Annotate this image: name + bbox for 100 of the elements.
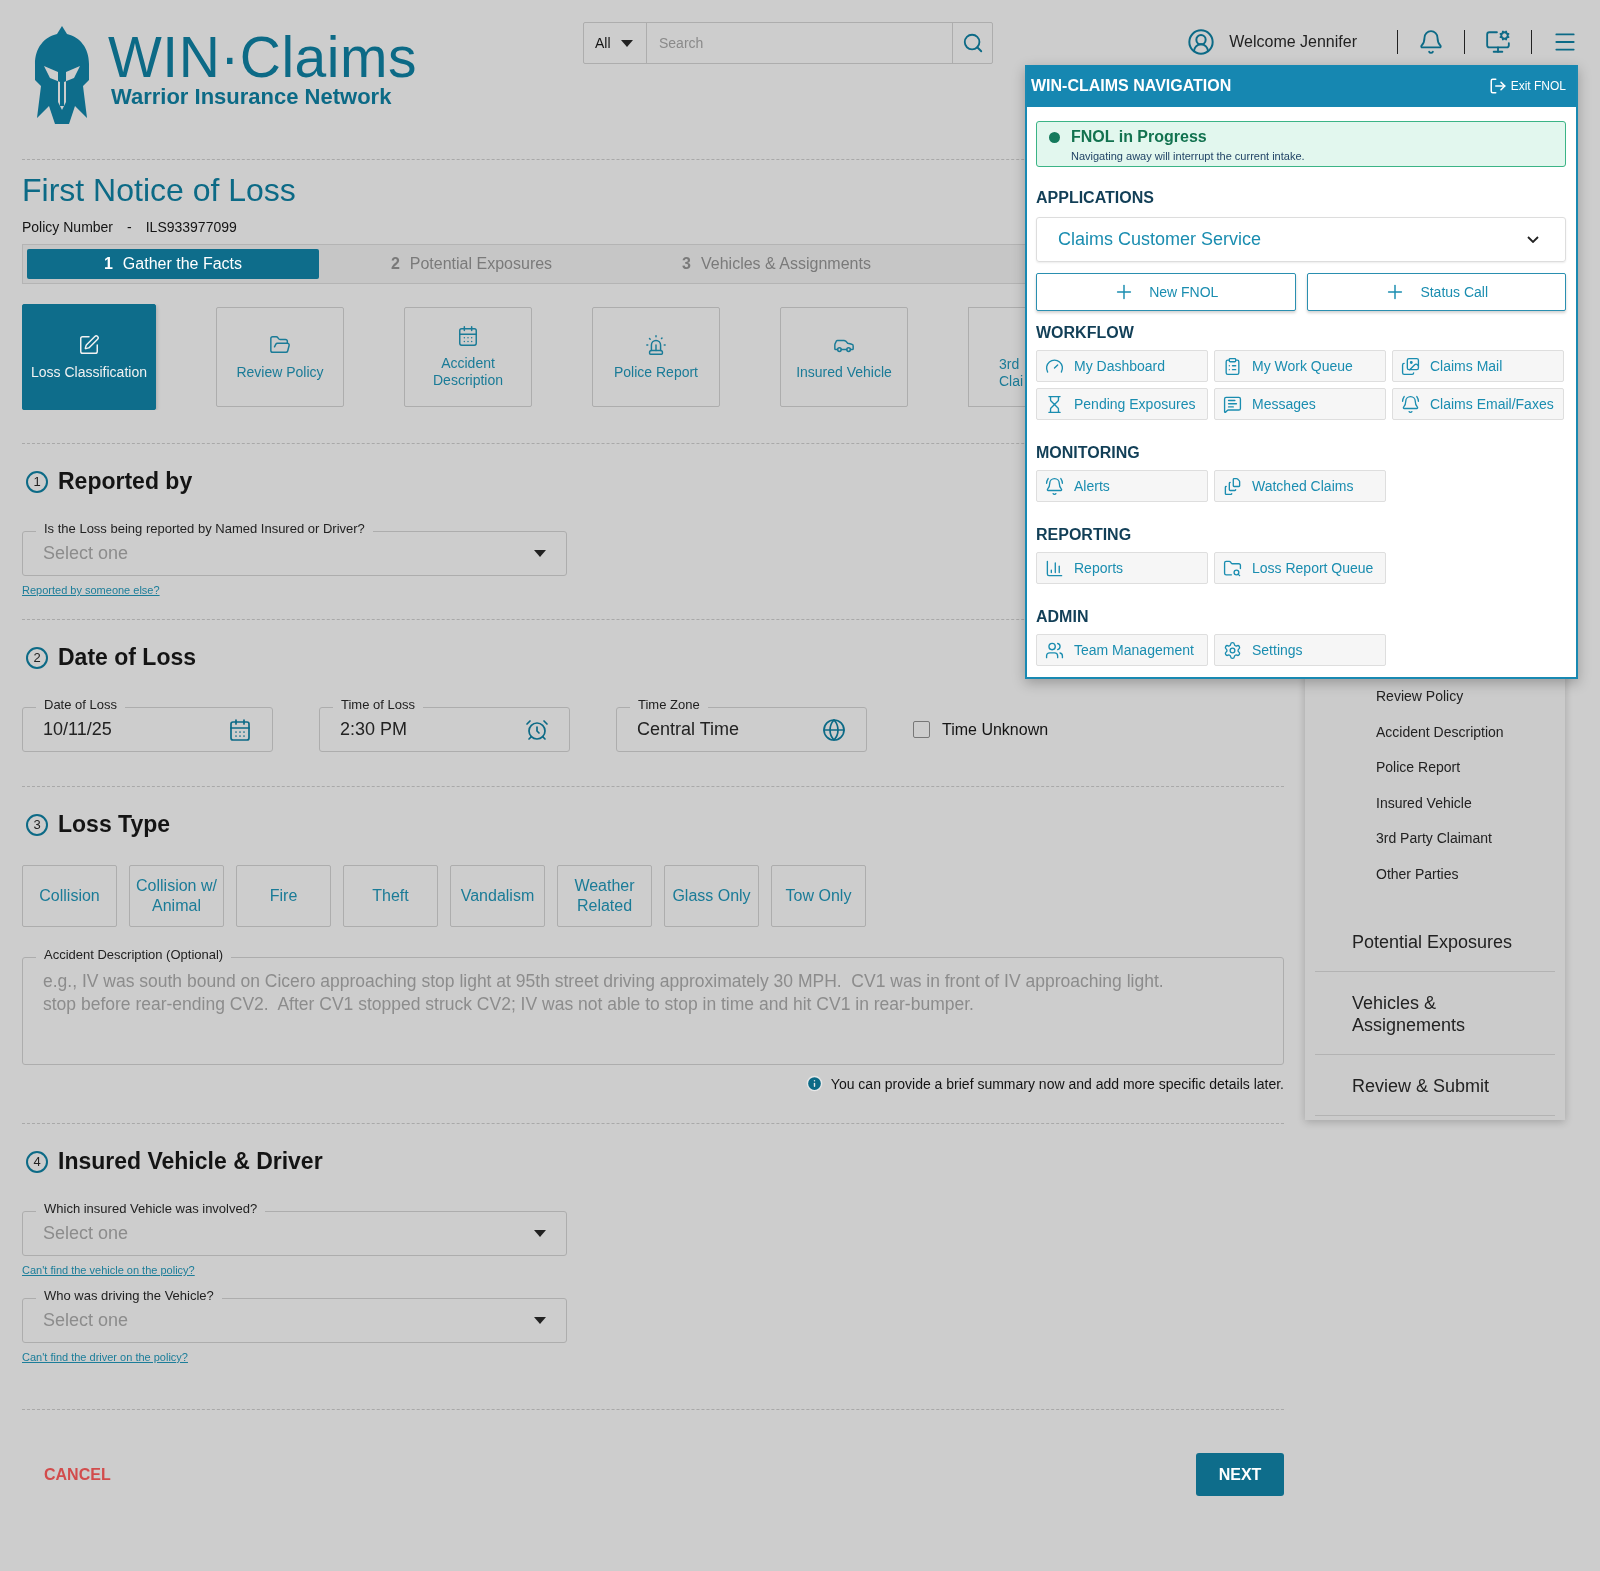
substep-card[interactable]: Insured Vehicle bbox=[780, 307, 908, 407]
folder-icon bbox=[269, 333, 291, 356]
step-tab[interactable]: 2 Potential Exposures bbox=[319, 249, 624, 279]
cancel-button[interactable]: CANCEL bbox=[22, 1465, 111, 1484]
calendar-icon[interactable] bbox=[228, 717, 252, 742]
substep-card[interactable]: Review Policy bbox=[216, 307, 344, 407]
notification-icon[interactable] bbox=[1418, 29, 1444, 55]
field-label: Time Zone bbox=[630, 697, 708, 712]
nav-item[interactable]: Claims Email/Faxes bbox=[1392, 388, 1564, 420]
hourglass-icon bbox=[1045, 394, 1064, 414]
loss-type-option[interactable]: Glass Only bbox=[664, 865, 759, 927]
sidebar-item[interactable]: Police Report bbox=[1376, 759, 1461, 775]
nav-item[interactable]: Pending Exposures bbox=[1036, 388, 1208, 420]
sidebar-step[interactable]: Vehicles & Assignements bbox=[1352, 992, 1530, 1036]
sidebar-step[interactable]: Potential Exposures bbox=[1352, 931, 1530, 953]
user-icon[interactable] bbox=[1187, 28, 1216, 56]
helmet-logo-icon bbox=[34, 26, 90, 124]
reported-by-link[interactable]: Reported by someone else? bbox=[22, 584, 160, 596]
settings-icon bbox=[1223, 640, 1242, 660]
alarm-bell-icon bbox=[1401, 394, 1420, 414]
sidebar-item[interactable]: Other Parties bbox=[1376, 865, 1459, 882]
sidebar-item[interactable]: Review Policy bbox=[1376, 688, 1464, 704]
substep-card[interactable]: Police Report bbox=[592, 307, 720, 407]
field-label: Is the Loss being reported by Named Insured or Driver? bbox=[36, 521, 373, 536]
search-icon bbox=[961, 32, 984, 54]
alarm-bell-icon bbox=[1045, 476, 1064, 496]
application-dropdown[interactable]: Claims Customer Service bbox=[1036, 217, 1566, 262]
field-label: Which insured Vehicle was involved? bbox=[36, 1201, 266, 1216]
policy-label: Policy Number bbox=[22, 219, 114, 235]
loss-type-option[interactable]: Collision w/ Animal bbox=[129, 865, 224, 927]
exit-icon bbox=[1488, 77, 1507, 95]
section-title: Loss Type bbox=[58, 811, 171, 838]
sidebar-step[interactable]: Review & Submit bbox=[1352, 1075, 1530, 1097]
next-button[interactable]: NEXT bbox=[1196, 1453, 1284, 1496]
sidebar-item[interactable]: 3rd Party Claimant bbox=[1376, 830, 1492, 846]
nav-item[interactable]: Claims Mail bbox=[1392, 350, 1564, 382]
clipboard-icon bbox=[1223, 356, 1242, 376]
nav-item[interactable]: Reports bbox=[1036, 552, 1208, 584]
field-label: Accident Description (Optional) bbox=[36, 947, 232, 962]
loss-type-option[interactable]: Tow Only bbox=[771, 865, 866, 927]
section-title: Date of Loss bbox=[58, 644, 197, 671]
step-tab[interactable]: 3 Vehicles & Assignments bbox=[624, 249, 929, 279]
nav-item[interactable]: My Dashboard bbox=[1036, 350, 1208, 382]
field-label: Date of Loss bbox=[36, 697, 125, 712]
nav-item[interactable]: Loss Report Queue bbox=[1214, 552, 1386, 584]
step-number: 2 bbox=[26, 646, 48, 669]
step-number: 1 bbox=[26, 470, 48, 493]
help-link[interactable]: Can't find the vehicle on the policy? bbox=[22, 1264, 195, 1276]
chevron-icon bbox=[1527, 236, 1539, 243]
nav-item[interactable]: Team Management bbox=[1036, 634, 1208, 666]
checkbox-label: Time Unknown bbox=[942, 720, 1049, 739]
nav-item[interactable]: Alerts bbox=[1036, 470, 1208, 502]
caret-icon bbox=[534, 1317, 546, 1324]
section-title: Insured Vehicle & Driver bbox=[58, 1148, 323, 1175]
globe-icon[interactable] bbox=[822, 717, 846, 742]
loss-type-option[interactable]: Fire bbox=[236, 865, 331, 927]
sidebar-item[interactable]: Insured Vehicle bbox=[1376, 794, 1472, 811]
field-label: Who was driving the Vehicle? bbox=[36, 1288, 222, 1303]
caret-icon bbox=[534, 1230, 546, 1237]
bar-chart-icon bbox=[1045, 558, 1064, 578]
nav-item[interactable]: Watched Claims bbox=[1214, 470, 1386, 502]
users-icon bbox=[1045, 640, 1064, 660]
panel-title: WIN-CLAIMS NAVIGATION bbox=[1031, 77, 1232, 95]
page-title: First Notice of Loss bbox=[22, 171, 296, 210]
help-link[interactable]: Can't find the driver on the policy? bbox=[22, 1351, 188, 1363]
status-title: FNOL in Progress bbox=[1071, 128, 1208, 147]
checkbox[interactable] bbox=[913, 721, 930, 738]
info-icon bbox=[805, 1075, 823, 1092]
hint-text: You can provide a brief summary now and add more specific details later. bbox=[830, 1075, 1284, 1092]
loss-type-option[interactable]: Theft bbox=[343, 865, 438, 927]
status-message: Navigating away will interrupt the current intake. bbox=[1071, 150, 1306, 164]
status-dot bbox=[1049, 132, 1060, 143]
action-button[interactable]: New FNOL bbox=[1036, 273, 1296, 311]
nav-item[interactable]: Settings bbox=[1214, 634, 1386, 666]
exit-link[interactable]: Exit FNOL bbox=[1488, 77, 1566, 95]
monitor-icon[interactable] bbox=[1485, 29, 1511, 55]
scope-dropdown[interactable]: All bbox=[584, 23, 647, 63]
policy-number: ILS933977099 bbox=[145, 219, 237, 235]
action-button[interactable]: Status Call bbox=[1306, 273, 1566, 311]
calendar-icon bbox=[457, 325, 479, 347]
group-heading: REPORTING bbox=[1036, 526, 1133, 544]
loss-type-option[interactable]: Collision bbox=[22, 865, 117, 927]
section-title: Reported by bbox=[58, 468, 193, 495]
search-field[interactable]: All Search bbox=[583, 22, 993, 64]
alarm-clock-icon[interactable] bbox=[525, 717, 549, 742]
group-heading: WORKFLOW bbox=[1036, 324, 1135, 342]
field-label: Time of Loss bbox=[333, 697, 423, 712]
step-tab[interactable]: 1 Gather the Facts bbox=[27, 249, 319, 279]
policy-separator: - bbox=[127, 219, 132, 235]
step-number: 3 bbox=[26, 813, 48, 836]
nav-item[interactable]: My Work Queue bbox=[1214, 350, 1386, 382]
substep-card[interactable]: Accident Description bbox=[404, 307, 532, 407]
loss-type-option[interactable]: Weather Related bbox=[557, 865, 652, 927]
substep-card[interactable]: Loss Classification bbox=[22, 304, 156, 410]
step-number: 4 bbox=[26, 1150, 48, 1173]
message-icon bbox=[1223, 394, 1242, 414]
loss-type-option[interactable]: Vandalism bbox=[450, 865, 545, 927]
nav-item[interactable]: Messages bbox=[1214, 388, 1386, 420]
folder-search-icon bbox=[1223, 558, 1242, 578]
sidebar-item[interactable]: Accident Description bbox=[1376, 723, 1504, 740]
